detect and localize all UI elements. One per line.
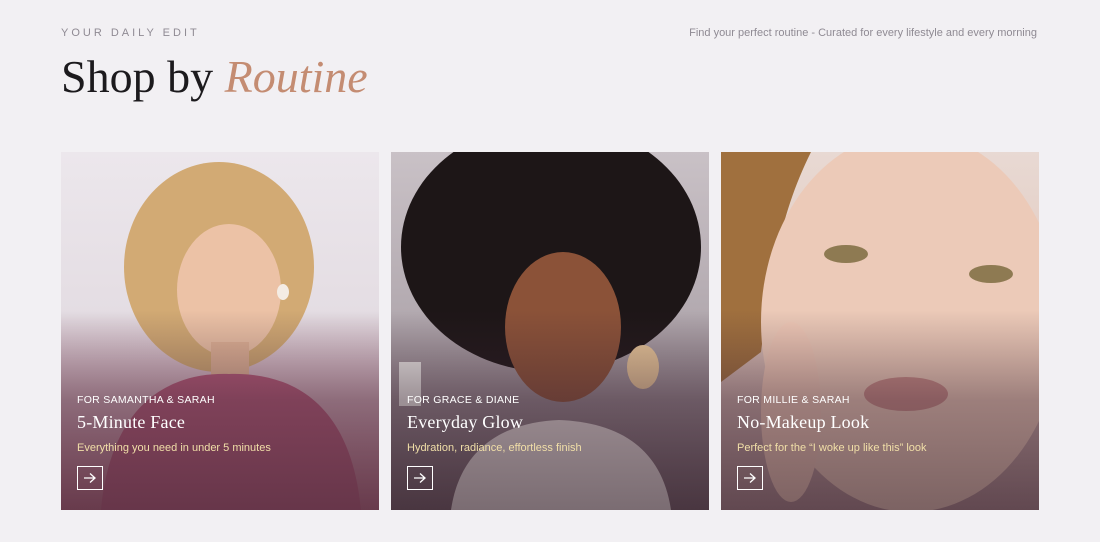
card-description: Perfect for the “I woke up like this” lo… (737, 442, 927, 454)
routine-card-no-makeup-look[interactable]: FOR MILLIE & SARAH No-Makeup Look Perfec… (721, 152, 1039, 510)
card-info: FOR MILLIE & SARAH No-Makeup Look Perfec… (737, 394, 1023, 490)
card-title: No-Makeup Look (737, 412, 870, 432)
card-info: FOR SAMANTHA & SARAH 5-Minute Face Every… (77, 394, 363, 490)
section-tagline: Find your perfect routine - Curated for … (689, 27, 1037, 39)
arrow-right-icon[interactable] (407, 466, 433, 490)
arrow-right-icon[interactable] (77, 466, 103, 490)
card-title: Everyday Glow (407, 412, 524, 432)
card-audience: FOR SAMANTHA & SARAH (77, 394, 215, 406)
card-title: 5-Minute Face (77, 412, 186, 432)
card-description: Hydration, radiance, effortless finish (407, 442, 582, 454)
section-eyebrow: YOUR DAILY EDIT (61, 27, 200, 39)
card-description: Everything you need in under 5 minutes (77, 442, 271, 454)
routine-card-everyday-glow[interactable]: FOR GRACE & DIANE Everyday Glow Hydratio… (391, 152, 709, 510)
arrow-right-icon[interactable] (737, 466, 763, 490)
routine-card-5-minute-face[interactable]: FOR SAMANTHA & SARAH 5-Minute Face Every… (61, 152, 379, 510)
page-title: Shop by Routine (61, 51, 368, 103)
title-accent: Routine (224, 51, 368, 102)
card-audience: FOR GRACE & DIANE (407, 394, 520, 406)
title-main: Shop by (61, 51, 214, 102)
card-audience: FOR MILLIE & SARAH (737, 394, 850, 406)
card-info: FOR GRACE & DIANE Everyday Glow Hydratio… (407, 394, 693, 490)
